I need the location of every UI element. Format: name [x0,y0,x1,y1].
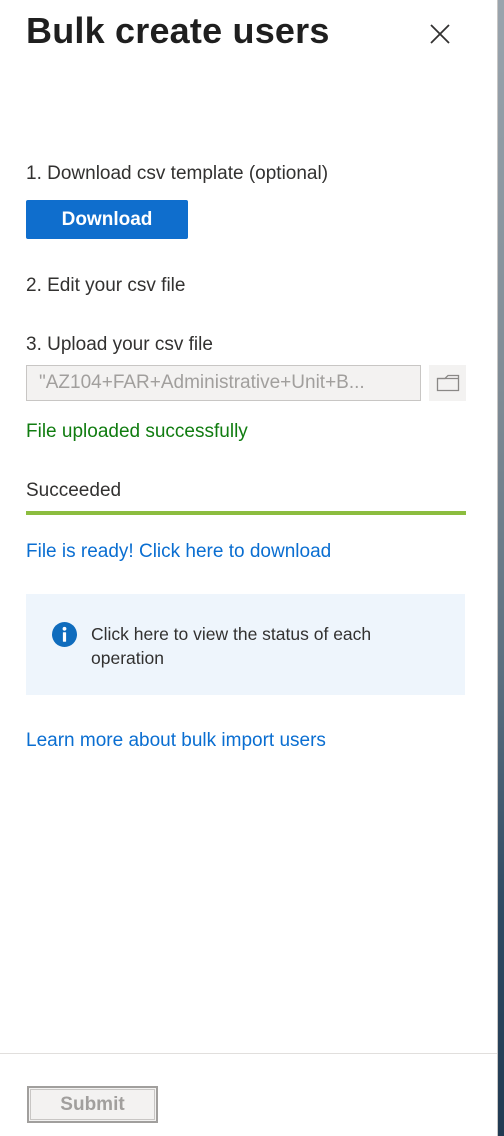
close-button[interactable] [426,20,454,48]
submit-button[interactable]: Submit [27,1086,158,1123]
progress-bar-fill [26,511,466,515]
download-template-button[interactable]: Download [26,200,188,239]
operation-status-label: Succeeded [26,480,122,501]
browse-file-button[interactable] [429,365,466,401]
download-result-link[interactable]: File is ready! Click here to download [26,541,331,563]
bulk-create-panel: Bulk create users 1. Download csv templa… [0,0,497,1136]
step3-label: 3. Upload your csv file [26,334,213,355]
folder-icon [436,374,459,392]
footer-divider [0,1053,497,1054]
background-strip [497,0,504,1136]
page-title: Bulk create users [26,10,330,51]
learn-more-link[interactable]: Learn more about bulk import users [26,730,326,752]
page: Bulk create users 1. Download csv templa… [0,0,504,1136]
close-icon [430,24,450,44]
file-path-field[interactable]: "AZ104+FAR+Administrative+Unit+B... [26,365,421,401]
info-banner-text: Click here to view the status of each op… [91,624,372,668]
progress-bar [26,511,466,515]
step1-label: 1. Download csv template (optional) [26,163,329,184]
info-icon [52,622,77,647]
upload-status-text: File uploaded successfully [26,421,248,442]
step2-label: 2. Edit your csv file [26,275,186,296]
status-info-banner[interactable]: Click here to view the status of each op… [26,594,465,695]
